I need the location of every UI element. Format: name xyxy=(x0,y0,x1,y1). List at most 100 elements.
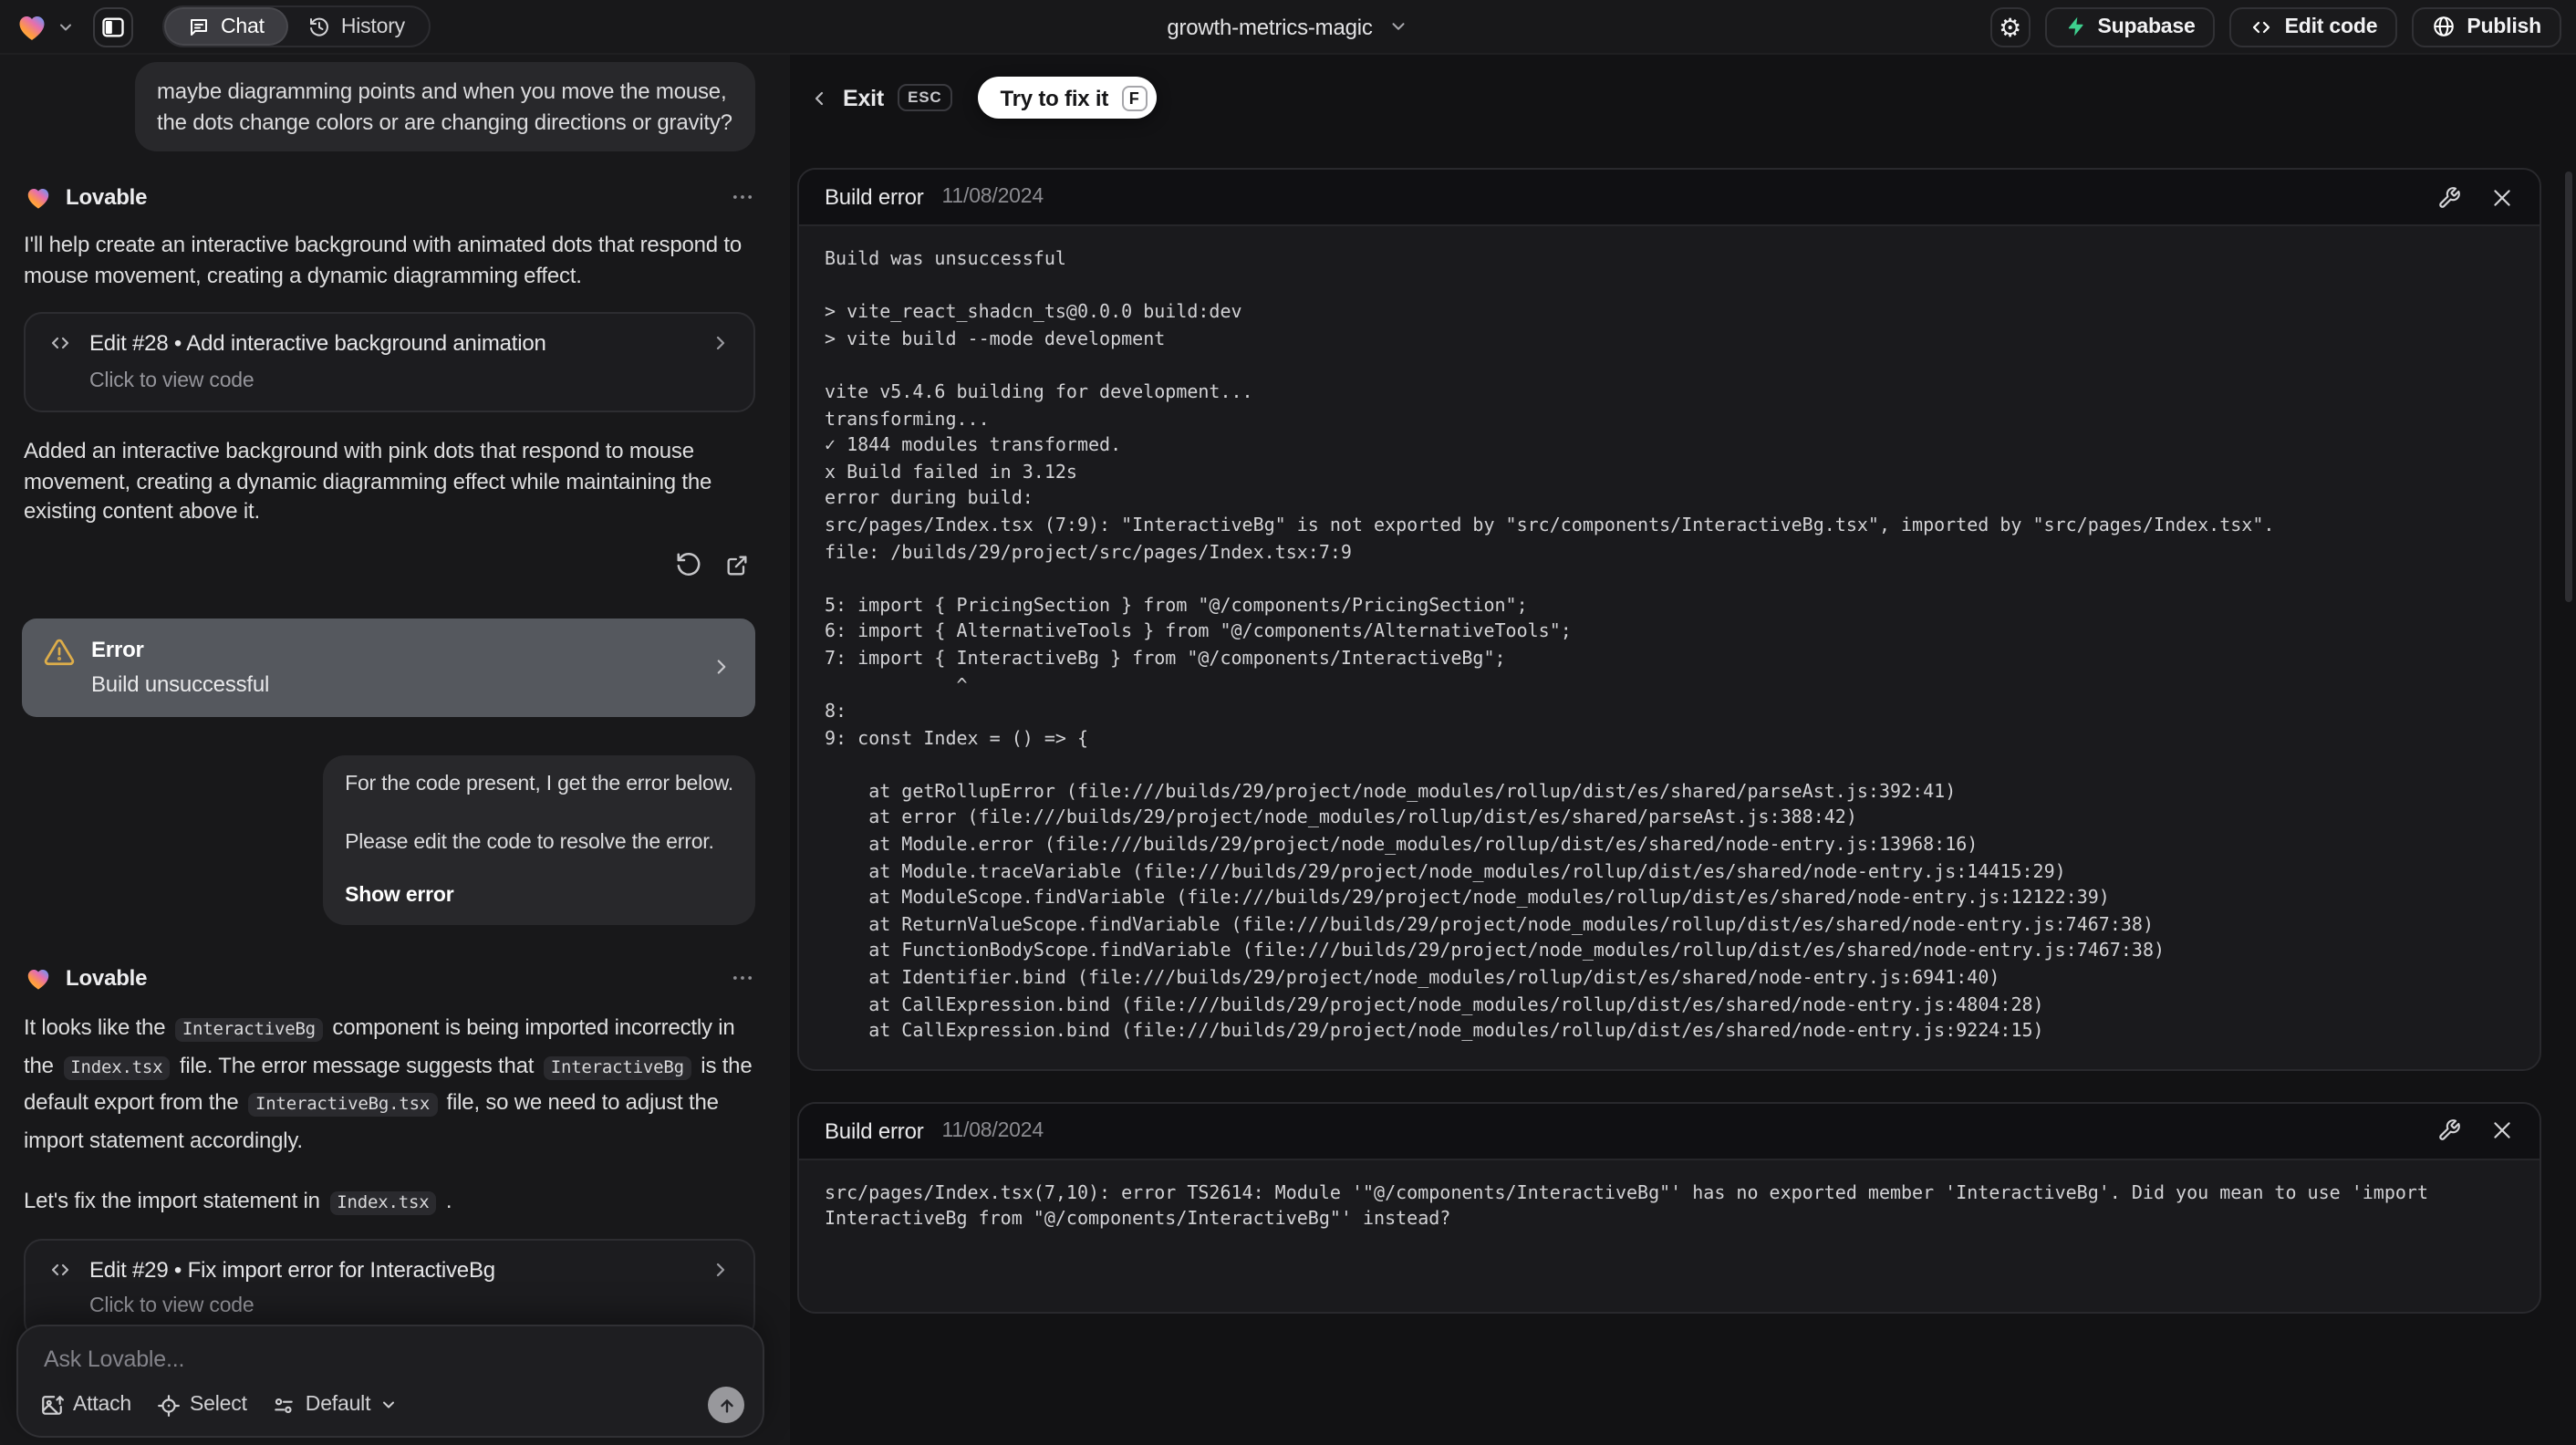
chevron-down-icon xyxy=(379,1396,398,1414)
chat-input[interactable] xyxy=(18,1326,763,1388)
open-preview-icon[interactable] xyxy=(724,552,750,577)
assistant-fix-text: It looks like the InteractiveBg componen… xyxy=(24,1014,753,1152)
chevron-right-icon xyxy=(710,333,732,355)
show-error-link[interactable]: Show error xyxy=(345,880,733,910)
build-error-log-card: Build error 11/08/2024 src/pages/Index.t… xyxy=(797,1101,2541,1314)
lovable-app: Chat History growth-metrics-magic ⚙ Supa… xyxy=(0,0,2576,1445)
history-icon xyxy=(308,16,330,37)
user-message-text: maybe diagramming points and when you mo… xyxy=(157,78,732,134)
tab-chat-label: Chat xyxy=(221,16,265,37)
image-icon xyxy=(40,1393,64,1417)
user-message: maybe diagramming points and when you mo… xyxy=(135,62,755,151)
attach-label: Attach xyxy=(73,1394,132,1416)
assistant-header: Lovable xyxy=(24,181,755,213)
assistant-summary-text: Added an interactive background with pin… xyxy=(24,438,712,524)
wrench-icon[interactable] xyxy=(2437,185,2461,209)
workspace-menu[interactable] xyxy=(15,10,75,43)
fix-button-label: Try to fix it xyxy=(1000,85,1109,110)
top-bar: Chat History growth-metrics-magic ⚙ Supa… xyxy=(0,0,2576,55)
tab-history[interactable]: History xyxy=(286,9,427,44)
assistant-intro-text: I'll help create an interactive backgrou… xyxy=(24,232,742,287)
error-card-date: 11/08/2024 xyxy=(941,1119,1044,1142)
edit-card-subtitle: Click to view code xyxy=(89,369,254,391)
edit-card-subtitle: Click to view code xyxy=(89,1295,254,1317)
globe-icon xyxy=(2432,15,2456,38)
attach-button[interactable]: Attach xyxy=(40,1393,131,1417)
chat-panel: maybe diagramming points and when you mo… xyxy=(0,55,790,1445)
chevron-right-icon xyxy=(710,655,733,679)
try-to-fix-button[interactable]: Try to fix it F xyxy=(978,77,1157,119)
supabase-icon xyxy=(2065,15,2087,38)
user-message-line: For the code present, I get the error be… xyxy=(345,773,733,795)
model-picker[interactable]: Default xyxy=(273,1393,399,1417)
arrow-up-icon xyxy=(716,1395,736,1415)
project-name: growth-metrics-magic xyxy=(1167,14,1373,39)
error-card-header: Build error 11/08/2024 xyxy=(799,1103,2540,1160)
assistant-name: Lovable xyxy=(66,183,148,210)
supabase-button[interactable]: Supabase xyxy=(2044,6,2216,47)
esc-key-hint: ESC xyxy=(897,84,953,111)
user-message: For the code present, I get the error be… xyxy=(323,754,755,925)
chevron-right-icon xyxy=(710,1259,732,1281)
edit-code-label: Edit code xyxy=(2284,16,2378,37)
build-error-log: Build was unsuccessful > vite_react_shad… xyxy=(825,250,2275,1043)
error-card-header: Build error 11/08/2024 xyxy=(799,170,2540,226)
chat-icon xyxy=(188,16,210,37)
assistant-fix-text-2: Let's fix the import statement in Index.… xyxy=(24,1188,452,1215)
edit-card-29[interactable]: Edit #29 • Fix import error for Interact… xyxy=(24,1238,755,1338)
error-card-subtitle: Build unsuccessful xyxy=(91,671,270,697)
chat-history-tabs: Chat History xyxy=(162,5,431,47)
code-icon xyxy=(47,333,73,355)
tab-chat[interactable]: Chat xyxy=(166,9,286,44)
scrollbar-thumb[interactable] xyxy=(2565,172,2572,602)
select-button[interactable]: Select xyxy=(157,1393,247,1417)
user-message-line: Please edit the code to resolve the erro… xyxy=(345,832,714,854)
chat-messages: maybe diagramming points and when you mo… xyxy=(0,55,790,1445)
composer: Attach Select Default xyxy=(16,1325,764,1438)
send-button[interactable] xyxy=(708,1387,744,1423)
edit-card-title: Edit #28 • Add interactive background an… xyxy=(89,330,546,356)
close-icon[interactable] xyxy=(2490,185,2514,209)
error-card-date: 11/08/2024 xyxy=(941,186,1044,208)
close-icon[interactable] xyxy=(2490,1119,2514,1143)
model-label: Default xyxy=(305,1394,371,1416)
gear-icon: ⚙ xyxy=(1999,12,2021,41)
build-error-log: src/pages/Index.tsx(7,10): error TS2614:… xyxy=(825,1183,2440,1231)
publish-label: Publish xyxy=(2467,16,2541,37)
lovable-avatar-icon xyxy=(24,183,53,211)
project-menu-chevron-icon[interactable] xyxy=(1389,16,1409,36)
warning-triangle-icon xyxy=(44,636,75,667)
refresh-icon[interactable] xyxy=(675,551,702,578)
error-card-title: Error xyxy=(91,636,144,661)
chevron-left-icon xyxy=(808,87,830,109)
code-brackets-icon xyxy=(2250,16,2274,37)
wrench-icon[interactable] xyxy=(2437,1119,2461,1143)
settings-button[interactable]: ⚙ xyxy=(1989,6,2031,47)
sliders-icon xyxy=(273,1393,296,1417)
error-panel-header: Exit ESC Try to fix it F xyxy=(808,77,2541,119)
lovable-logo-icon xyxy=(15,10,49,43)
supabase-label: Supabase xyxy=(2097,16,2196,37)
code-icon xyxy=(47,1259,73,1281)
target-icon xyxy=(157,1393,181,1417)
build-error-panel: Exit ESC Try to fix it F Build error 11/… xyxy=(790,55,2576,1445)
f-key-hint: F xyxy=(1121,85,1148,110)
message-more-button[interactable] xyxy=(730,184,755,210)
error-card-title: Build error xyxy=(825,184,924,210)
lovable-avatar-icon xyxy=(24,964,53,992)
assistant-header: Lovable xyxy=(24,962,755,994)
panel-left-icon xyxy=(100,14,126,39)
edit-code-button[interactable]: Edit code xyxy=(2229,6,2398,47)
publish-button[interactable]: Publish xyxy=(2412,6,2561,47)
sidebar-toggle-button[interactable] xyxy=(93,6,133,47)
select-label: Select xyxy=(190,1394,247,1416)
assistant-name: Lovable xyxy=(66,964,148,991)
exit-label: Exit xyxy=(843,85,885,110)
error-card-title: Build error xyxy=(825,1118,924,1144)
edit-card-28[interactable]: Edit #28 • Add interactive background an… xyxy=(24,312,755,412)
message-more-button[interactable] xyxy=(730,965,755,991)
exit-button[interactable]: Exit ESC xyxy=(808,84,953,111)
build-error-card[interactable]: Error Build unsuccessful xyxy=(22,618,755,716)
workspace-chevron-icon xyxy=(57,17,75,36)
build-error-log-card: Build error 11/08/2024 Build was unsucce… xyxy=(797,168,2541,1071)
